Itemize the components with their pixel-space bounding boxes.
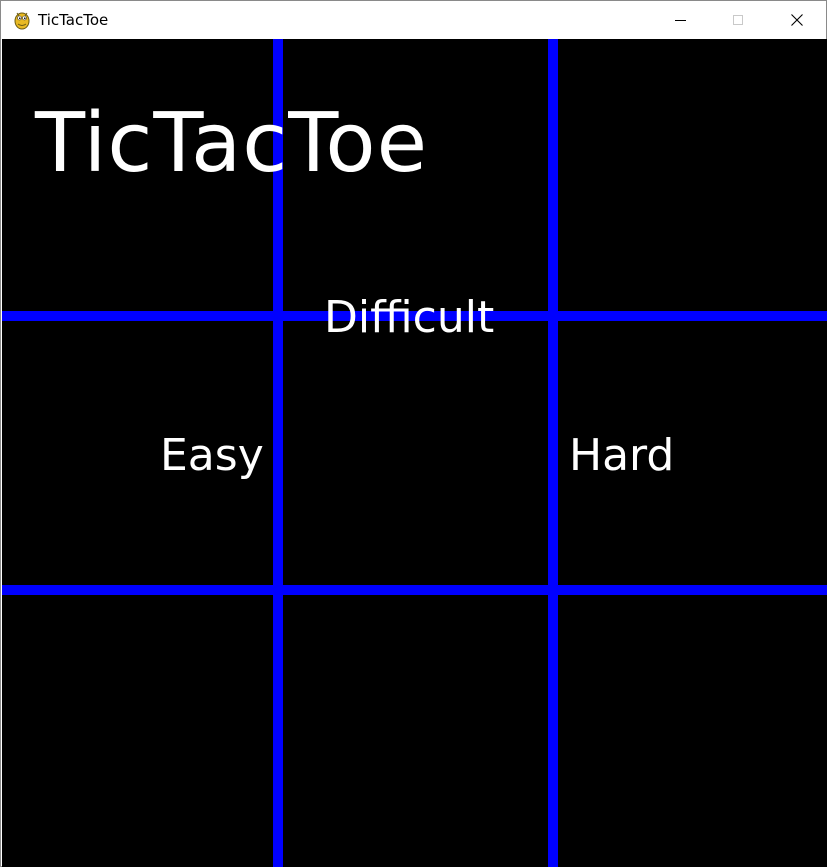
minimize-button[interactable]: [657, 1, 703, 39]
grid-line-vertical-2: [548, 39, 558, 867]
close-button[interactable]: [774, 1, 820, 39]
game-canvas[interactable]: TicTacToe Difficult Easy Hard: [2, 39, 827, 867]
hard-button[interactable]: Hard: [569, 434, 674, 478]
easy-button[interactable]: Easy: [160, 434, 264, 478]
close-icon: [791, 14, 803, 26]
window-title: TicTacToe: [38, 11, 109, 29]
grid-line-horizontal-2: [2, 585, 827, 595]
maximize-icon: [733, 15, 743, 25]
maximize-button[interactable]: [715, 1, 761, 39]
app-window: TicTacToe TicTacToe Difficult Easy Hard: [0, 0, 827, 867]
game-title: TicTacToe: [35, 96, 429, 191]
difficulty-label: Difficult: [324, 292, 495, 343]
title-bar[interactable]: TicTacToe: [1, 1, 826, 39]
pygame-snake-icon: [14, 12, 30, 30]
minimize-icon: [674, 19, 686, 21]
